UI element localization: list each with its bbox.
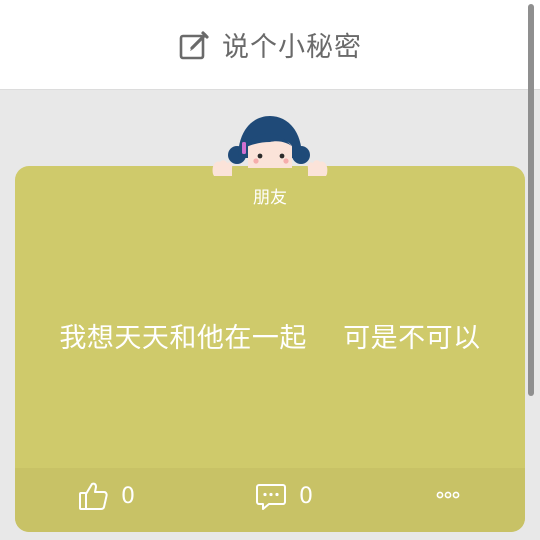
- like-button[interactable]: 0: [77, 480, 135, 512]
- author-label: 朋友: [253, 188, 287, 208]
- post-secret-button[interactable]: 说个小秘密: [178, 25, 362, 64]
- more-icon: [436, 490, 460, 500]
- avatar: [212, 116, 328, 176]
- comment-icon: [255, 480, 287, 512]
- more-button[interactable]: [436, 490, 460, 500]
- comment-button[interactable]: 0: [255, 480, 313, 512]
- comment-count: 0: [299, 483, 313, 509]
- page: 说个小秘密 朋友 我想天天和他在一起 可是不可以 0 0: [0, 0, 540, 540]
- like-count: 0: [121, 483, 135, 509]
- thumbs-up-icon: [77, 480, 109, 512]
- secret-text: 我想天天和他在一起 可是不可以: [59, 323, 481, 354]
- compose-icon: [178, 29, 210, 61]
- header-bar: 说个小秘密: [0, 0, 540, 90]
- header-title: 说个小秘密: [222, 32, 362, 63]
